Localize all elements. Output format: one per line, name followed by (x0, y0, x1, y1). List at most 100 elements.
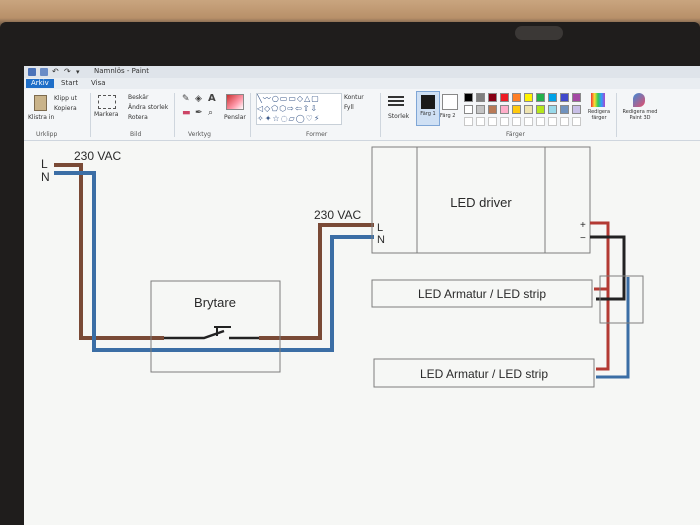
tab-view[interactable]: Visa (86, 79, 111, 88)
tab-home[interactable]: Start (56, 79, 83, 88)
palette-swatch[interactable] (512, 93, 521, 102)
palette-swatch[interactable] (512, 105, 521, 114)
ribbon-divider (616, 93, 617, 137)
palette-swatch[interactable] (488, 105, 497, 114)
palette-swatch[interactable] (560, 105, 569, 114)
palette-swatch[interactable] (476, 93, 485, 102)
ribbon-divider (250, 93, 251, 137)
redo-icon[interactable]: ↷ (64, 68, 72, 76)
select-icon[interactable] (98, 95, 116, 109)
palette-swatch[interactable] (464, 93, 473, 102)
brushes-label[interactable]: Penslar (224, 114, 246, 121)
customize-toolbar-icon[interactable]: ▾ (76, 68, 84, 76)
cut-label[interactable]: Klipp ut (54, 95, 77, 102)
ribbon-divider (380, 93, 381, 137)
driver-voltage-label: 230 VAC (314, 208, 361, 222)
palette-swatch[interactable] (500, 93, 509, 102)
paint3d-icon[interactable] (633, 93, 645, 107)
rotate-label[interactable]: Rotera (128, 114, 148, 121)
edit-colors-label[interactable]: Redigera färger (586, 109, 612, 121)
custom-color-slot[interactable] (536, 117, 545, 126)
live-wire (54, 163, 164, 340)
palette-swatch[interactable] (572, 105, 581, 114)
led-fixture-2-label: LED Armatur / LED strip (420, 367, 548, 381)
palette-swatch[interactable] (500, 105, 509, 114)
shapes-group-label: Former (306, 131, 328, 138)
ribbon: Klistra in Klipp ut Kopiera Urklipp Mark… (24, 89, 700, 141)
driver-minus-label: − (580, 233, 586, 244)
webcam (515, 26, 563, 40)
tools-group-label: Verktyg (188, 131, 211, 138)
color-picker-icon[interactable]: ✒ (195, 108, 203, 118)
image-group-label: Bild (130, 131, 142, 138)
custom-color-slot[interactable] (560, 117, 569, 126)
paste-icon[interactable] (34, 95, 47, 111)
supply-voltage-label: 230 VAC (74, 149, 121, 163)
resize-label[interactable]: Ändra storlek (128, 104, 168, 111)
shapes-gallery[interactable]: ╲〰○▭▭◇△▢ ◁◇⬠⬡⇨⇦⇧⇩ ✧✦☆◌▱◯♡⚡ (256, 93, 342, 125)
fill-label[interactable]: Fyll (344, 104, 354, 111)
colors-group-label: Färger (506, 131, 525, 138)
palette-swatch[interactable] (548, 93, 557, 102)
switch-symbol (164, 329, 225, 340)
palette-swatch[interactable] (560, 93, 569, 102)
select-label[interactable]: Markera (94, 111, 118, 118)
palette-swatch[interactable] (476, 105, 485, 114)
custom-color-slot[interactable] (512, 117, 521, 126)
palette-swatch[interactable] (488, 93, 497, 102)
custom-color-slot[interactable] (572, 117, 581, 126)
palette-swatch[interactable] (548, 105, 557, 114)
paste-label[interactable]: Klistra in (28, 114, 54, 121)
tab-file[interactable]: Arkiv (26, 79, 54, 88)
size-label[interactable]: Storlek (388, 113, 409, 120)
pencil-icon[interactable]: ✎ (182, 94, 190, 104)
fill-icon[interactable]: ◈ (195, 94, 202, 104)
color2-label[interactable]: Färg 2 (440, 113, 455, 119)
brush-icon[interactable] (226, 94, 244, 110)
drawing-canvas[interactable]: Brytare L N 230 VAC LED driver 230 VAC L… (24, 141, 700, 525)
palette-swatch[interactable] (524, 93, 533, 102)
copy-label[interactable]: Kopiera (54, 105, 77, 112)
led-driver-label: LED driver (450, 195, 512, 210)
supply-l-label: L (41, 157, 48, 171)
eraser-icon[interactable]: ▬ (182, 108, 191, 118)
clipboard-group-label: Urklipp (36, 131, 58, 138)
driver-plus-label: + (580, 220, 586, 231)
ribbon-divider (90, 93, 91, 137)
text-tool-icon[interactable]: A (208, 93, 216, 104)
crop-label[interactable]: Beskär (128, 94, 148, 101)
palette-swatch[interactable] (524, 105, 533, 114)
undo-icon[interactable]: ↶ (52, 68, 60, 76)
magnifier-icon[interactable]: ⌕ (208, 108, 213, 118)
app-icon (28, 68, 36, 76)
palette-swatch[interactable] (572, 93, 581, 102)
driver-n-label: N (377, 234, 385, 246)
neutral-wire (54, 171, 374, 352)
driver-l-label: L (377, 222, 383, 234)
palette-swatch[interactable] (464, 105, 473, 114)
wiring-diagram: Brytare L N 230 VAC LED driver 230 VAC L… (41, 146, 644, 388)
save-icon[interactable] (40, 68, 48, 76)
color1-label: Färg 1 (420, 111, 436, 117)
outline-label[interactable]: Kontur (344, 94, 364, 101)
color1-selector[interactable]: Färg 1 (416, 91, 440, 126)
color2-swatch[interactable] (442, 94, 458, 110)
palette-swatch[interactable] (536, 105, 545, 114)
color1-swatch (421, 95, 435, 109)
custom-color-slot[interactable] (500, 117, 509, 126)
custom-color-slot[interactable] (476, 117, 485, 126)
title-bar: ↶ ↷ ▾ Namnlös - Paint (24, 66, 700, 78)
palette-swatch[interactable] (536, 93, 545, 102)
switch-label: Brytare (194, 295, 236, 310)
custom-color-slot[interactable] (524, 117, 533, 126)
ribbon-tabs: Arkiv Start Visa (24, 78, 700, 89)
paint3d-label[interactable]: Redigera med Paint 3D (620, 109, 660, 121)
custom-color-slot[interactable] (464, 117, 473, 126)
dc-plus-wire (590, 221, 610, 371)
led-fixture-1-label: LED Armatur / LED strip (418, 287, 546, 301)
custom-color-slot[interactable] (488, 117, 497, 126)
custom-color-slot[interactable] (548, 117, 557, 126)
edit-colors-icon[interactable] (591, 93, 605, 107)
size-icon[interactable] (388, 96, 404, 108)
ribbon-divider (174, 93, 175, 137)
